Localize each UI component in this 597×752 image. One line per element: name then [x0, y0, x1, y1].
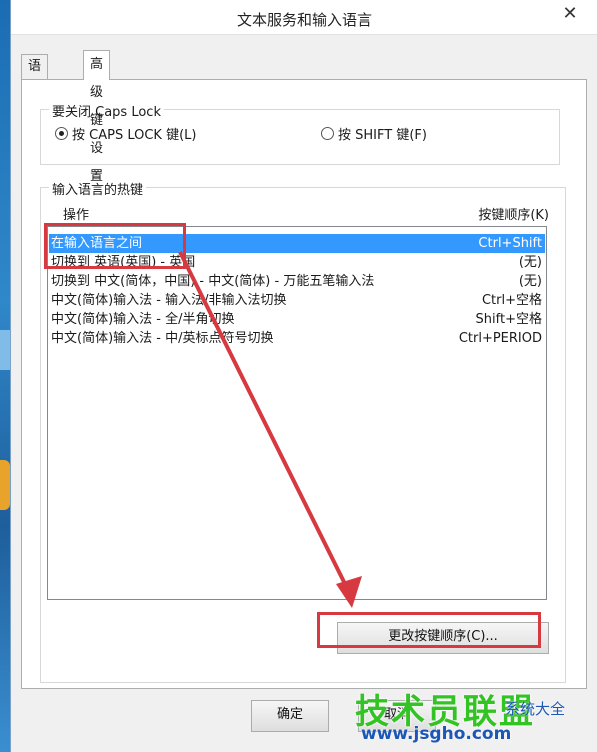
- watermark: 技术员联盟 系统大全 www.jsgho.com: [355, 684, 591, 746]
- caps-lock-group: 要关闭 Caps Lock 按 CAPS LOCK 键(L) 按 SHIFT 键…: [40, 101, 560, 165]
- hotkey-keys: Ctrl+空格: [481, 293, 542, 308]
- text-services-dialog: 文本服务和输入语言 ✕ 语言栏 高级键设置 要关闭 Caps Lock 按 CA…: [10, 0, 597, 752]
- hotkey-row[interactable]: 中文(简体)输入法 - 输入法/非输入法切换 Ctrl+空格: [49, 291, 545, 310]
- hotkey-action: 切换到 英语(英国) - 英国: [51, 255, 196, 270]
- hotkey-row[interactable]: 中文(简体)输入法 - 全/半角切换 Shift+空格: [49, 310, 545, 329]
- shift-key-option[interactable]: 按 SHIFT 键(F): [321, 127, 427, 145]
- hotkey-row[interactable]: 切换到 英语(英国) - 英国 (无): [49, 253, 545, 272]
- hotkey-keys: (无): [518, 274, 542, 289]
- tab-language-bar[interactable]: 语言栏: [21, 54, 49, 122]
- hotkey-action: 在输入语言之间: [51, 236, 143, 251]
- hotkey-action: 中文(简体)输入法 - 中/英标点符号切换: [51, 331, 274, 346]
- change-key-sequence-button[interactable]: 更改按键顺序(C)...: [337, 622, 549, 654]
- hotkey-row[interactable]: 切换到 中文(简体，中国) - 中文(简体) - 万能五笔输入法 (无): [49, 272, 545, 291]
- hotkey-keys: (无): [518, 255, 542, 270]
- window-title: 文本服务和输入语言: [236, 11, 372, 29]
- title-bar[interactable]: 文本服务和输入语言 ✕: [11, 0, 597, 35]
- watermark-badge: 系统大全: [505, 700, 566, 718]
- column-header-key-sequence: 按键顺序(K): [478, 208, 549, 223]
- shift-key-label: 按 SHIFT 键(F): [338, 128, 427, 143]
- hotkey-row[interactable]: 在输入语言之间 Ctrl+Shift: [49, 234, 545, 253]
- column-header-action: 操作: [63, 208, 90, 223]
- desktop-icon-fragment: [0, 330, 10, 370]
- hotkey-keys: Ctrl+Shift: [478, 236, 542, 251]
- hotkey-keys: Ctrl+PERIOD: [458, 331, 542, 346]
- caps-lock-key-option[interactable]: 按 CAPS LOCK 键(L): [55, 127, 196, 145]
- ok-button[interactable]: 确定: [251, 700, 329, 732]
- hotkey-action: 切换到 中文(简体，中国) - 中文(简体) - 万能五笔输入法: [51, 274, 375, 289]
- hotkey-action: 中文(简体)输入法 - 输入法/非输入法切换: [51, 293, 287, 308]
- hotkey-keys: Shift+空格: [475, 312, 542, 327]
- close-button[interactable]: ✕: [552, 2, 588, 28]
- caps-lock-group-legend: 要关闭 Caps Lock: [49, 101, 164, 120]
- watermark-url: www.jsgho.com: [361, 724, 512, 744]
- desktop-icon-fragment: [0, 460, 10, 510]
- advanced-key-settings-panel: 要关闭 Caps Lock 按 CAPS LOCK 键(L) 按 SHIFT 键…: [21, 79, 587, 689]
- radio-button-unchecked[interactable]: [321, 127, 334, 140]
- hotkey-row[interactable]: 中文(简体)输入法 - 中/英标点符号切换 Ctrl+PERIOD: [49, 329, 545, 348]
- close-icon: ✕: [562, 3, 578, 24]
- tab-advanced-key-settings[interactable]: 高级键设置: [83, 50, 111, 184]
- radio-button-checked[interactable]: [55, 127, 68, 140]
- hotkey-list[interactable]: 在输入语言之间 Ctrl+Shift 切换到 英语(英国) - 英国 (无) 切…: [47, 226, 547, 600]
- hotkeys-group: 输入语言的热键 操作 按键顺序(K) 在输入语言之间 Ctrl+Shift 切换…: [40, 179, 566, 683]
- hotkey-action: 中文(简体)输入法 - 全/半角切换: [51, 312, 235, 327]
